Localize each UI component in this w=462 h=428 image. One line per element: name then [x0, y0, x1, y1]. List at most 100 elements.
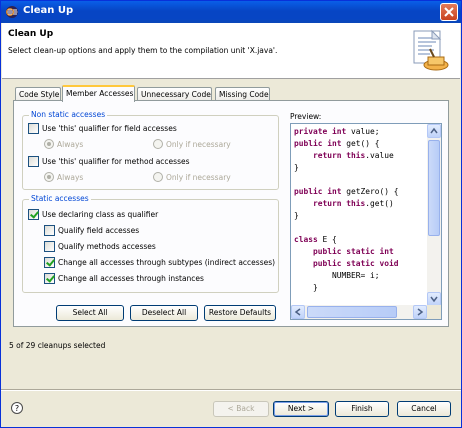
through-instances-option[interactable]: Change all accesses through instances — [44, 273, 204, 284]
code-text: value; — [346, 127, 380, 136]
header-title: Clean Up — [8, 29, 54, 39]
eclipse-icon — [6, 6, 18, 18]
tab-member-accesses[interactable]: Member Accesses — [62, 85, 135, 102]
chevron-up-icon — [430, 127, 438, 134]
scroll-corner — [427, 305, 441, 319]
qualify-method-option[interactable]: Qualify methods accesses — [44, 241, 156, 252]
code-text: getZero() { — [341, 187, 399, 196]
deselect-all-button[interactable]: Deselect All — [130, 305, 198, 321]
scroll-left-button[interactable] — [291, 305, 305, 319]
method-always-radio[interactable] — [44, 172, 54, 182]
field-if-necessary-radio[interactable] — [153, 139, 163, 149]
scroll-down-button[interactable] — [427, 292, 441, 306]
code-line: } — [294, 282, 399, 294]
tab-label: Code Style — [19, 90, 60, 99]
code-line: public int getZero() { — [294, 186, 399, 198]
code-text: NUMBER= i; — [294, 271, 380, 280]
declaring-class-checkbox[interactable] — [28, 209, 39, 220]
declaring-class-label: Use declaring class as qualifier — [42, 210, 159, 219]
code-line: } — [294, 162, 399, 174]
qualify-field-checkbox[interactable] — [44, 225, 55, 236]
field-if-necessary-label: Only if necessary — [166, 139, 231, 149]
static-accesses-group: Static accesses Use declaring class as q… — [22, 194, 279, 293]
tab-label: Member Accesses — [66, 89, 134, 98]
chevron-down-icon — [430, 296, 438, 303]
qualify-field-label: Qualify field accesses — [58, 226, 140, 235]
header-description: Select clean-up options and apply them t… — [8, 46, 278, 55]
code-keyword: private int — [294, 127, 347, 136]
close-icon — [444, 7, 454, 17]
through-subtypes-checkbox[interactable] — [44, 257, 55, 268]
scroll-up-button[interactable] — [427, 124, 441, 138]
code-line: return this.get() — [294, 198, 399, 210]
help-icon[interactable]: ? — [11, 402, 23, 414]
preview-horizontal-scrollbar[interactable] — [291, 305, 427, 319]
method-if-necessary-option[interactable]: Only if necessary — [153, 172, 231, 182]
code-keyword: class — [294, 235, 318, 244]
field-always-option[interactable]: Always — [44, 139, 83, 149]
code-line: public static int — [294, 246, 399, 258]
qualify-field-option[interactable]: Qualify field accesses — [44, 225, 139, 236]
qualify-method-checkbox[interactable] — [44, 241, 55, 252]
tab-missing-code[interactable]: Missing Code — [215, 87, 270, 101]
method-always-option[interactable]: Always — [44, 172, 83, 182]
status-text: 5 of 29 cleanups selected — [9, 341, 106, 350]
field-qualifier-checkbox[interactable] — [28, 123, 39, 134]
through-subtypes-option[interactable]: Change all accesses through subtypes (in… — [44, 257, 275, 268]
chevron-left-icon — [294, 308, 301, 316]
field-if-necessary-option[interactable]: Only if necessary — [153, 139, 231, 149]
method-if-necessary-label: Only if necessary — [166, 172, 231, 182]
through-subtypes-label: Change all accesses through subtypes (in… — [58, 258, 276, 267]
group-title: Non static accesses — [29, 110, 108, 119]
hscroll-thumb[interactable] — [307, 306, 397, 318]
scroll-thumb[interactable] — [428, 140, 440, 236]
code-line: } — [294, 210, 399, 222]
field-qualifier-label: Use 'this' qualifier for field accesses — [42, 124, 177, 133]
code-line: NUMBER= i; — [294, 270, 399, 282]
code-text: } — [294, 211, 299, 220]
method-qualifier-label: Use 'this' qualifier for method accesses — [42, 157, 190, 166]
field-always-radio[interactable] — [44, 139, 54, 149]
code-text: .get() — [365, 199, 394, 208]
code-text: } — [294, 283, 318, 292]
preview-vertical-scrollbar[interactable] — [427, 124, 441, 306]
clean-up-dialog: Clean Up Clean Up Select clean-up option… — [0, 0, 462, 428]
dialog-header: Clean Up Select clean-up options and app… — [2, 23, 460, 79]
scroll-right-button[interactable] — [413, 305, 427, 319]
through-instances-checkbox[interactable] — [44, 273, 55, 284]
code-text: .value — [365, 151, 394, 160]
finish-button[interactable]: Finish — [335, 401, 389, 417]
field-qualifier-option[interactable]: Use 'this' qualifier for field accesses — [28, 123, 177, 134]
preview-pane[interactable]: private int value; public int get() { ret… — [290, 123, 442, 320]
code-keyword: public int — [294, 187, 342, 196]
method-qualifier-checkbox[interactable] — [28, 156, 39, 167]
cancel-button[interactable]: Cancel — [397, 401, 451, 417]
member-accesses-panel: Non static accesses Use 'this' qualifier… — [13, 100, 449, 327]
field-always-label: Always — [57, 139, 84, 149]
back-button[interactable]: < Back — [213, 401, 269, 417]
method-qualifier-option[interactable]: Use 'this' qualifier for method accesses — [28, 156, 190, 167]
code-text: get() { — [341, 139, 380, 148]
declaring-class-option[interactable]: Use declaring class as qualifier — [28, 209, 158, 220]
tab-unnecessary-code[interactable]: Unnecessary Code — [137, 87, 212, 101]
method-if-necessary-radio[interactable] — [153, 172, 163, 182]
clean-up-wizard-icon — [413, 29, 449, 71]
code-keyword: public static int — [313, 247, 394, 256]
close-button[interactable] — [440, 3, 458, 21]
restore-defaults-button[interactable]: Restore Defaults — [204, 305, 276, 321]
qualify-method-label: Qualify methods accesses — [58, 242, 156, 251]
title-bar[interactable]: Clean Up — [1, 1, 461, 23]
preview-label: Preview: — [290, 112, 322, 121]
chevron-right-icon — [417, 308, 424, 316]
code-keyword: return this — [313, 151, 366, 160]
tab-code-style[interactable]: Code Style — [15, 87, 61, 101]
code-text: E { — [317, 235, 337, 244]
code-line: class E { — [294, 234, 399, 246]
select-all-button[interactable]: Select All — [56, 305, 124, 321]
next-button[interactable]: Next > — [273, 401, 329, 417]
